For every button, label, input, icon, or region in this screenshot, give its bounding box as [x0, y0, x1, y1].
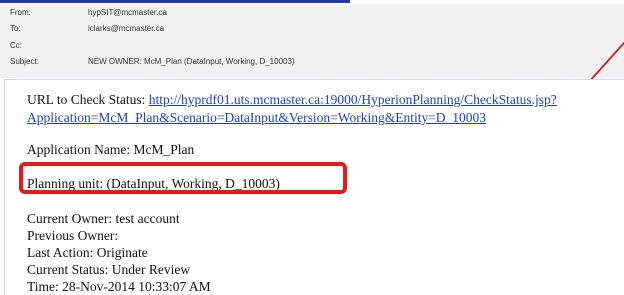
status-url-link-continued[interactable]: Application=McM_Plan&Scenario=DataInput&… — [27, 110, 486, 125]
status-url-link[interactable]: http://hyprdf01.uts.mcmaster.ca:19000/Hy… — [149, 92, 557, 107]
subject-value: NEW OWNER: McM_Plan (DataInput, Working,… — [88, 57, 295, 66]
planning-unit-highlight-box — [19, 162, 347, 194]
from-value[interactable]: hypSIT@mcmaster.ca — [88, 8, 167, 17]
url-line-2: Application=McM_Plan&Scenario=DataInput&… — [27, 110, 486, 126]
from-label: From: — [10, 8, 31, 17]
email-header: From: hypSIT@mcmaster.ca To: iclarks@mcm… — [0, 4, 624, 78]
to-label: To: — [10, 24, 21, 33]
timestamp: Time: 28-Nov-2014 10:33:07 AM — [27, 279, 211, 294]
url-label: URL to Check Status: — [27, 92, 146, 107]
url-line-1: URL to Check Status: http://hyprdf01.uts… — [27, 92, 557, 108]
cc-label: Cc: — [10, 41, 22, 50]
current-owner: Current Owner: test account — [27, 211, 180, 226]
to-value[interactable]: iclarks@mcmaster.ca — [88, 24, 164, 33]
top-accent-rule — [0, 0, 350, 3]
previous-owner: Previous Owner: — [27, 228, 119, 243]
last-action: Last Action: Originate — [27, 245, 148, 260]
subject-label: Subject: — [10, 57, 39, 66]
current-status: Current Status: Under Review — [27, 262, 191, 277]
application-name: Application Name: McM_Plan — [27, 142, 195, 157]
